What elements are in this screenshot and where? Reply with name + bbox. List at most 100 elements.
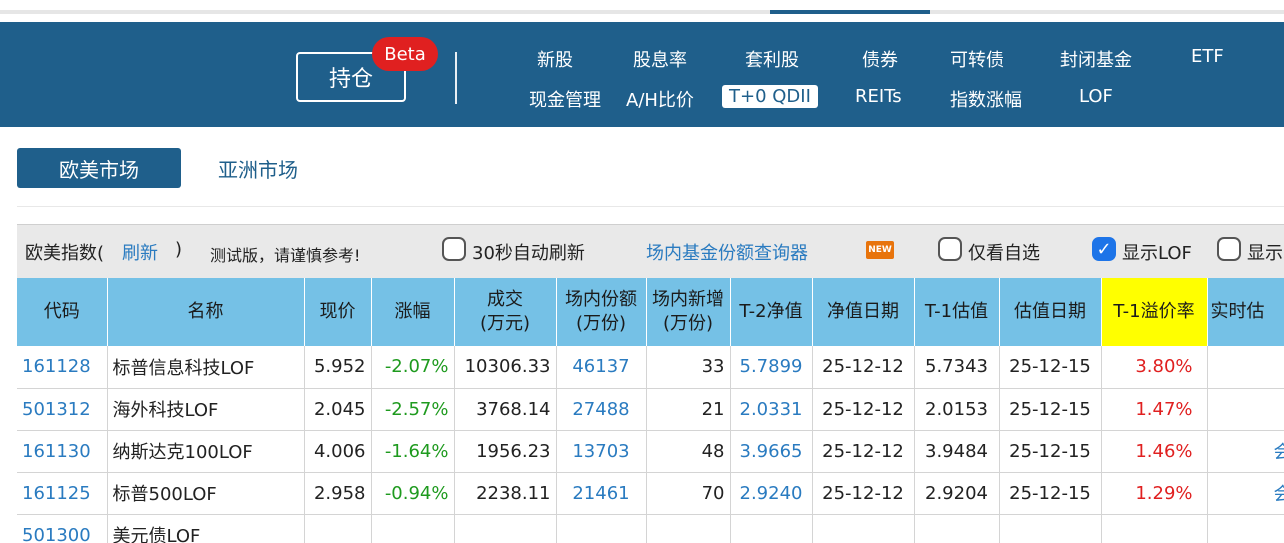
realtime — [1207, 388, 1284, 431]
table-header-row: 代码 名称 现价 涨幅 成交 (万元) 场内份额 (万份) 场内新增 (万份) … — [17, 278, 1284, 346]
col-turnover[interactable]: 成交 (万元) — [454, 278, 557, 346]
change: -1.64% — [371, 430, 455, 473]
fund-code[interactable]: 501312 — [17, 388, 108, 431]
t1-estimate: 2.9204 — [914, 472, 1000, 515]
nav-reits[interactable]: REITs — [855, 86, 902, 107]
col-t1-premium[interactable]: T-1溢价率 — [1101, 278, 1208, 346]
refresh-link[interactable]: 刷新 — [122, 239, 158, 265]
realtime: 会 — [1207, 472, 1284, 515]
price: 2.958 — [304, 472, 372, 515]
col-t2-nav[interactable]: T-2净值 — [730, 278, 813, 346]
only-watchlist-checkbox[interactable] — [938, 237, 962, 261]
nav-closed-fund[interactable]: 封闭基金 — [1060, 46, 1132, 72]
index-label-close: ) — [175, 239, 183, 260]
fund-name: 标普500LOF — [107, 472, 305, 515]
shares[interactable]: 21461 — [556, 472, 647, 515]
price — [304, 514, 372, 543]
t1-premium: 1.29% — [1101, 472, 1208, 515]
new-shares — [646, 514, 731, 543]
fund-code[interactable]: 161128 — [17, 346, 108, 389]
price: 4.006 — [304, 430, 372, 473]
nav-convertible-bond[interactable]: 可转债 — [950, 46, 1004, 72]
estimate-date: 25-12-15 — [999, 472, 1102, 515]
nav-arbitrage-stock[interactable]: 套利股 — [745, 46, 799, 72]
col-realtime[interactable]: 实时估 — [1207, 278, 1284, 346]
nav-ah-ratio[interactable]: A/H比价 — [626, 86, 694, 112]
t2-nav[interactable]: 2.0331 — [730, 388, 813, 431]
shares[interactable]: 46137 — [556, 346, 647, 389]
auto-refresh-checkbox[interactable] — [442, 237, 466, 261]
nav-date: 25-12-12 — [812, 346, 915, 389]
fund-code[interactable]: 161130 — [17, 430, 108, 473]
realtime — [1207, 346, 1284, 389]
nav-cash-management[interactable]: 现金管理 — [529, 86, 601, 112]
show-lof-checkbox[interactable]: ✓ — [1092, 237, 1116, 261]
table-row[interactable]: 161125 标普500LOF 2.958 -0.94% 2238.11 214… — [17, 472, 1284, 515]
t1-premium: 1.46% — [1101, 430, 1208, 473]
turnover — [454, 514, 557, 543]
col-estimate-date[interactable]: 估值日期 — [999, 278, 1102, 346]
col-new-shares[interactable]: 场内新增 (万份) — [646, 278, 731, 346]
share-query-link[interactable]: 场内基金份额查询器 — [646, 239, 808, 265]
col-shares[interactable]: 场内份额 (万份) — [556, 278, 647, 346]
new-shares: 48 — [646, 430, 731, 473]
col-code[interactable]: 代码 — [17, 278, 108, 346]
table-row[interactable]: 161128 标普信息科技LOF 5.952 -2.07% 10306.33 4… — [17, 346, 1284, 389]
change: -0.94% — [371, 472, 455, 515]
nav-etf[interactable]: ETF — [1191, 46, 1224, 67]
nav-index-change[interactable]: 指数涨幅 — [950, 86, 1022, 112]
t2-nav[interactable]: 2.9240 — [730, 472, 813, 515]
show-lof-label[interactable]: 显示LOF — [1122, 239, 1192, 265]
shares[interactable]: 27488 — [556, 388, 647, 431]
change: -2.07% — [371, 346, 455, 389]
change: -2.57% — [371, 388, 455, 431]
section-divider — [17, 206, 1284, 207]
estimate-date: 25-12-15 — [999, 346, 1102, 389]
nav-bonds[interactable]: 债券 — [862, 46, 898, 72]
t2-nav[interactable] — [730, 514, 813, 543]
realtime — [1207, 514, 1284, 543]
new-badge: NEW — [866, 241, 894, 259]
fund-name: 标普信息科技LOF — [107, 346, 305, 389]
top-tab-bar — [0, 10, 1284, 14]
table-row[interactable]: 161130 纳斯达克100LOF 4.006 -1.64% 1956.23 1… — [17, 430, 1284, 473]
realtime: 会 — [1207, 430, 1284, 473]
nav-date: 25-12-12 — [812, 430, 915, 473]
table-row[interactable]: 501312 海外科技LOF 2.045 -2.57% 3768.14 2748… — [17, 388, 1284, 431]
t2-nav[interactable]: 5.7899 — [730, 346, 813, 389]
t1-premium: 3.80% — [1101, 346, 1208, 389]
col-t1-estimate[interactable]: T-1估值 — [914, 278, 1000, 346]
main-nav: 持仓 Beta 新股 股息率 套利股 债券 可转债 封闭基金 ETF 现金管理 … — [0, 22, 1284, 127]
fund-code[interactable]: 501300 — [17, 514, 108, 543]
new-shares: 21 — [646, 388, 731, 431]
t2-nav[interactable]: 3.9665 — [730, 430, 813, 473]
tab-asia-market[interactable]: 亚洲市场 — [218, 148, 298, 188]
qdii-table: 代码 名称 现价 涨幅 成交 (万元) 场内份额 (万份) 场内新增 (万份) … — [17, 278, 1284, 543]
nav-lof[interactable]: LOF — [1079, 86, 1113, 107]
nav-new-stock[interactable]: 新股 — [537, 46, 573, 72]
table-row[interactable]: 501300 美元债LOF — [17, 514, 1284, 543]
shares[interactable]: 13703 — [556, 430, 647, 473]
t1-estimate — [914, 514, 1000, 543]
t1-premium — [1101, 514, 1208, 543]
t1-estimate: 2.0153 — [914, 388, 1000, 431]
fund-name: 美元债LOF — [107, 514, 305, 543]
show-more-label[interactable]: 显示 — [1247, 239, 1283, 265]
beta-badge: Beta — [372, 37, 438, 71]
col-nav-date[interactable]: 净值日期 — [812, 278, 915, 346]
nav-t0-qdii[interactable]: T+0 QDII — [722, 85, 818, 108]
fund-code[interactable]: 161125 — [17, 472, 108, 515]
turnover: 3768.14 — [454, 388, 557, 431]
new-shares: 33 — [646, 346, 731, 389]
auto-refresh-label[interactable]: 30秒自动刷新 — [472, 239, 585, 265]
col-change[interactable]: 涨幅 — [371, 278, 455, 346]
top-tab-active-indicator — [770, 10, 930, 14]
nav-date: 25-12-12 — [812, 388, 915, 431]
only-watchlist-label[interactable]: 仅看自选 — [968, 239, 1040, 265]
col-name[interactable]: 名称 — [107, 278, 305, 346]
shares[interactable] — [556, 514, 647, 543]
nav-dividend-yield[interactable]: 股息率 — [633, 46, 687, 72]
col-price[interactable]: 现价 — [304, 278, 372, 346]
tab-europe-us-market[interactable]: 欧美市场 — [17, 148, 181, 188]
show-more-checkbox[interactable] — [1217, 237, 1241, 261]
